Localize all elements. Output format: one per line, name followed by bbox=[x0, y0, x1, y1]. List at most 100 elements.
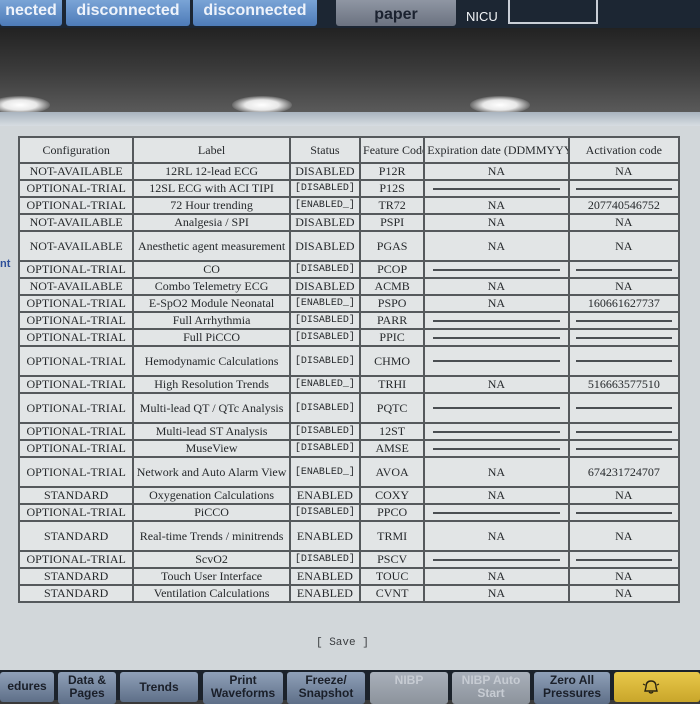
save-button[interactable]: [ Save ] bbox=[316, 637, 369, 649]
activation-code-cell: NA bbox=[567, 584, 681, 603]
connection-status-button-1[interactable]: nected bbox=[0, 0, 62, 26]
expiration-date-cell[interactable] bbox=[423, 328, 570, 347]
activation-code-cell[interactable] bbox=[567, 392, 681, 424]
feature-code-cell-text: ACMB bbox=[374, 279, 410, 293]
activation-code-cell[interactable] bbox=[567, 439, 681, 458]
activation-code-input[interactable] bbox=[575, 447, 672, 450]
feature-code-cell-text: TRHI bbox=[378, 377, 407, 391]
procedures-button[interactable]: edures bbox=[0, 672, 54, 702]
activation-code-input[interactable] bbox=[575, 336, 672, 339]
expiration-date-input[interactable] bbox=[432, 187, 561, 190]
expiration-date-cell[interactable] bbox=[423, 503, 570, 522]
activation-code-input[interactable] bbox=[575, 360, 672, 362]
expiration-date-cell: NA bbox=[423, 520, 570, 552]
configuration-cell: OPTIONAL-TRIAL bbox=[17, 196, 135, 215]
activation-code-input[interactable] bbox=[575, 319, 672, 322]
activation-code-cell[interactable] bbox=[567, 328, 681, 347]
expiration-date-input[interactable] bbox=[432, 360, 561, 362]
label-cell-text: Ventilation Calculations bbox=[153, 586, 270, 600]
expiration-date-cell-text: NA bbox=[487, 528, 506, 543]
expiration-date-cell[interactable] bbox=[423, 550, 570, 569]
activation-code-cell[interactable] bbox=[567, 345, 681, 377]
feature-code-cell-text: TRMI bbox=[377, 528, 408, 543]
status-cell: [ENABLED_] bbox=[288, 375, 362, 394]
expiration-date-input[interactable] bbox=[432, 336, 561, 339]
status-cell: ENABLED bbox=[288, 567, 362, 586]
data-pages-button[interactable]: Data & Pages bbox=[58, 672, 116, 704]
trends-button[interactable]: Trends bbox=[120, 672, 198, 702]
label-cell: 12SL ECG with ACI TIPI bbox=[132, 179, 291, 198]
expiration-date-input[interactable] bbox=[432, 558, 561, 561]
label-cell-text: 12SL ECG with ACI TIPI bbox=[149, 181, 274, 195]
activation-code-input[interactable] bbox=[575, 407, 672, 409]
activation-code-cell[interactable] bbox=[567, 311, 681, 330]
connection-status-button-3[interactable]: disconnected bbox=[193, 0, 317, 26]
connection-status-button-2[interactable]: disconnected bbox=[66, 0, 190, 26]
table-row: STANDARD Oxygenation Calculations ENABLED C… bbox=[17, 486, 681, 505]
print-waveforms-button[interactable]: Print Waveforms bbox=[203, 672, 283, 704]
configuration-cell-text: STANDARD bbox=[43, 569, 109, 583]
activation-code-cell[interactable] bbox=[567, 260, 681, 279]
label-cell: Real-time Trends / minitrends bbox=[132, 520, 291, 552]
expiration-date-cell[interactable] bbox=[423, 345, 570, 377]
expiration-date-cell[interactable] bbox=[423, 260, 570, 279]
configuration-cell-text: OPTIONAL-TRIAL bbox=[26, 464, 126, 479]
activation-code-cell[interactable] bbox=[567, 503, 681, 522]
status-cell-text: [ENABLED_] bbox=[294, 466, 355, 478]
activation-code-input[interactable] bbox=[575, 430, 672, 433]
expiration-date-cell[interactable] bbox=[423, 422, 570, 441]
button-line: Start bbox=[477, 686, 505, 700]
alarm-bell-icon bbox=[642, 680, 660, 694]
configuration-cell-text: NOT-AVAILABLE bbox=[29, 215, 123, 229]
expiration-date-input[interactable] bbox=[432, 268, 561, 271]
activation-code-cell[interactable] bbox=[567, 422, 681, 441]
feature-code-cell: TRMI bbox=[359, 520, 426, 552]
feature-code-cell: PSPI bbox=[359, 213, 426, 232]
button-line: Pressures bbox=[542, 686, 602, 700]
activation-code-cell[interactable] bbox=[567, 179, 681, 198]
expiration-date-input[interactable] bbox=[432, 447, 561, 450]
expiration-date-input[interactable] bbox=[432, 407, 561, 409]
label-cell-text: High Resolution Trends bbox=[154, 377, 269, 391]
feature-code-cell: PSCV bbox=[359, 550, 426, 569]
expiration-date-cell[interactable] bbox=[423, 439, 570, 458]
column-header-activation-code: Activation code bbox=[567, 136, 681, 164]
button-line: Waveforms bbox=[210, 686, 276, 700]
activation-code-input[interactable] bbox=[575, 511, 672, 514]
nibp-auto-start-button[interactable]: NIBP Auto Start bbox=[452, 672, 530, 704]
feature-code-cell-text: PSPO bbox=[377, 296, 407, 310]
expiration-date-cell: NA bbox=[423, 162, 570, 181]
freeze-snapshot-button[interactable]: Freeze/Snapshot bbox=[287, 672, 365, 704]
feature-code-cell: AVOA bbox=[359, 456, 426, 488]
feature-code-cell: CHMO bbox=[359, 345, 426, 377]
expiration-date-cell[interactable] bbox=[423, 179, 570, 198]
status-cell: ENABLED bbox=[288, 486, 362, 505]
activation-code-input[interactable] bbox=[575, 268, 672, 271]
configuration-cell: OPTIONAL-TRIAL bbox=[17, 260, 135, 279]
activation-code-input[interactable] bbox=[575, 558, 672, 561]
expiration-date-input[interactable] bbox=[432, 430, 561, 433]
feature-code-cell-text: P12R bbox=[378, 164, 406, 178]
expiration-date-cell[interactable] bbox=[423, 392, 570, 424]
feature-code-cell: 12ST bbox=[359, 422, 426, 441]
feature-code-cell: TRHI bbox=[359, 375, 426, 394]
expiration-date-cell-text: NA bbox=[487, 164, 506, 178]
activation-code-cell[interactable] bbox=[567, 550, 681, 569]
expiration-date-input[interactable] bbox=[432, 511, 561, 514]
label-cell: Combo Telemetry ECG bbox=[132, 277, 291, 296]
status-cell-text: [DISABLED] bbox=[294, 443, 355, 454]
nibp-button[interactable]: NIBP bbox=[370, 672, 448, 704]
configuration-cell-text: OPTIONAL-TRIAL bbox=[26, 353, 126, 368]
paper-button[interactable]: paper bbox=[336, 0, 456, 26]
zero-all-pressures-button[interactable]: Zero All Pressures bbox=[534, 672, 610, 704]
expiration-date-cell[interactable] bbox=[423, 311, 570, 330]
expiration-date-input[interactable] bbox=[432, 319, 561, 322]
side-tab-label[interactable]: nt bbox=[0, 258, 10, 270]
alarm-silence-button[interactable] bbox=[614, 672, 700, 702]
table-row: STANDARD Touch User Interface ENABLED TOUC N… bbox=[17, 567, 681, 586]
screen-glare-band bbox=[0, 28, 700, 114]
activation-code-input[interactable] bbox=[575, 187, 672, 190]
label-cell-text: Oxygenation Calculations bbox=[149, 488, 275, 502]
table-row: OPTIONAL-TRIAL 72 Hour trending [ENABLED_]… bbox=[17, 196, 681, 215]
label-cell-text: Multi-lead ST Analysis bbox=[155, 424, 268, 438]
